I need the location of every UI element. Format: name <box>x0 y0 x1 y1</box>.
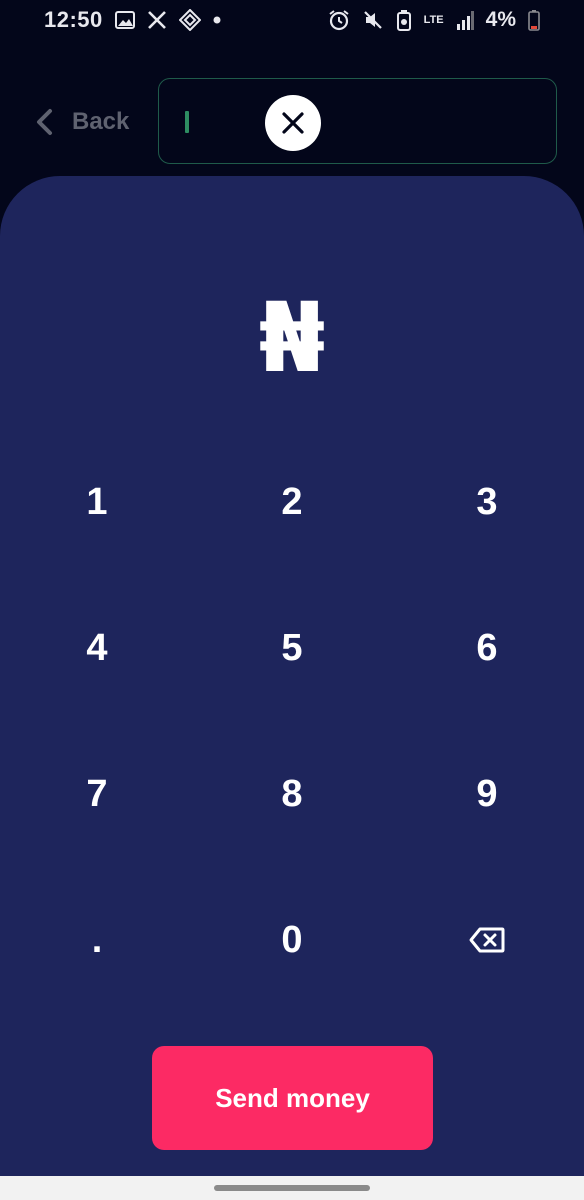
key-7[interactable]: 7 <box>0 721 194 867</box>
lte-icon: LTE <box>423 14 444 26</box>
image-icon <box>114 11 135 29</box>
close-icon <box>281 111 305 135</box>
top-bar: Back <box>0 78 584 166</box>
search-box[interactable] <box>158 78 557 164</box>
alarm-icon <box>328 9 350 31</box>
key-0[interactable]: 0 <box>195 867 389 1013</box>
x-logo-icon <box>147 10 167 30</box>
back-label: Back <box>72 108 130 135</box>
key-3[interactable]: 3 <box>390 429 584 575</box>
battery-icon <box>528 9 540 31</box>
key-backspace[interactable] <box>390 867 584 1013</box>
dot-icon <box>213 16 221 24</box>
status-bar: 12:50 LTE 4% <box>0 0 584 40</box>
system-nav-bar <box>0 1176 584 1200</box>
send-money-button[interactable]: Send money <box>152 1046 433 1150</box>
home-handle[interactable] <box>214 1185 370 1191</box>
app-diamond-icon <box>178 9 201 31</box>
key-decimal[interactable]: . <box>0 867 194 1013</box>
status-bar-left: 12:50 <box>44 7 221 33</box>
currency-symbol: ₦ <box>258 282 326 394</box>
key-6[interactable]: 6 <box>390 575 584 721</box>
key-8[interactable]: 8 <box>195 721 389 867</box>
key-4[interactable]: 4 <box>0 575 194 721</box>
network-label: LTE <box>423 14 444 26</box>
status-time: 12:50 <box>44 7 103 32</box>
backspace-icon <box>469 927 505 953</box>
key-1[interactable]: 1 <box>0 429 194 575</box>
clear-button[interactable] <box>265 95 321 151</box>
back-button[interactable]: Back <box>34 100 129 144</box>
key-2[interactable]: 2 <box>195 429 389 575</box>
signal-icon <box>456 10 474 30</box>
key-5[interactable]: 5 <box>195 575 389 721</box>
mute-icon <box>362 9 384 31</box>
amount-panel: ₦ 1 2 3 4 5 6 7 8 9 . 0 Send money <box>0 176 584 1176</box>
keypad: 1 2 3 4 5 6 7 8 9 . 0 <box>0 429 584 1013</box>
battery-saver-icon <box>396 9 412 31</box>
chevron-left-icon <box>34 108 54 136</box>
status-bar-right: LTE 4% <box>328 8 540 32</box>
text-caret <box>185 111 189 133</box>
key-9[interactable]: 9 <box>390 721 584 867</box>
battery-percentage: 4% <box>485 8 516 31</box>
search-input[interactable] <box>179 103 259 139</box>
